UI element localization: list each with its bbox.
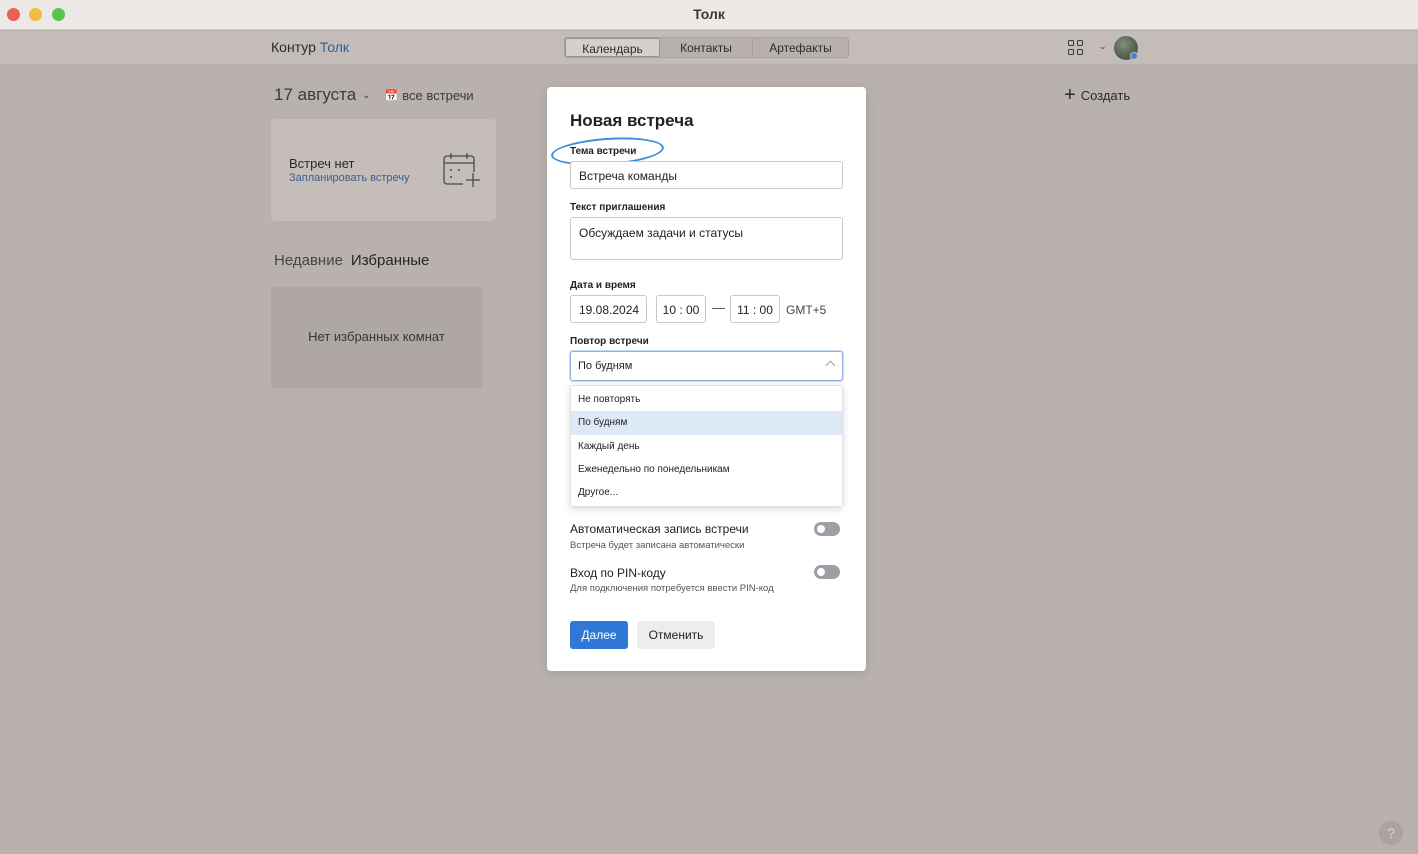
date-input[interactable]: 19.08.2024 [570, 295, 647, 323]
repeat-selected-value: По будням [578, 360, 633, 372]
invite-text-label: Текст приглашения [570, 202, 666, 213]
chevron-down-icon[interactable]: ⌄ [1099, 41, 1107, 52]
topic-label: Тема встречи [570, 146, 637, 157]
time-separator: — [712, 300, 725, 315]
next-button[interactable]: Далее [570, 621, 628, 649]
all-meetings-link[interactable]: все встречи [402, 88, 473, 103]
status-dot [1130, 52, 1138, 60]
repeat-option-weekdays[interactable]: По будням [571, 411, 842, 435]
tab-favorites[interactable]: Избранные [351, 252, 429, 269]
pin-toggle[interactable] [814, 565, 840, 579]
plus-icon: + [1064, 84, 1076, 106]
auto-record-title: Автоматическая запись встречи [570, 522, 749, 536]
repeat-option-other[interactable]: Другое... [571, 481, 842, 504]
topic-input[interactable]: Встреча команды [570, 161, 843, 189]
tab-recent[interactable]: Недавние [274, 252, 343, 269]
repeat-select[interactable]: По будням [570, 351, 843, 381]
calendar-add-icon[interactable] [443, 152, 483, 188]
end-time-input[interactable]: 11 : 00 [730, 295, 780, 323]
auto-record-description: Встреча будет записана автоматически [570, 540, 745, 551]
create-label: Создать [1080, 87, 1131, 103]
timezone-label: GMT+5 [786, 303, 827, 317]
tab-artifacts[interactable]: Артефакты [753, 38, 848, 57]
main-tabs: Календарь Контакты Артефакты [564, 37, 849, 58]
favorites-empty-text: Нет избранных комнат [308, 329, 445, 344]
auto-record-toggle[interactable] [814, 522, 840, 536]
no-meetings-card: Встреч нет Запланировать встречу [271, 119, 496, 221]
dialog-title: Новая встреча [570, 111, 694, 130]
calendar-icon: 📅 [384, 89, 399, 102]
logo-part-kontur: Контур [271, 39, 316, 55]
current-date[interactable]: 17 августа [274, 85, 356, 105]
app-logo[interactable]: Контур Толк [271, 39, 349, 55]
start-time-input[interactable]: 10 : 00 [656, 295, 706, 323]
repeat-dropdown-menu: Не повторять По будням Каждый день Ежене… [570, 385, 843, 507]
repeat-label: Повтор встречи [570, 336, 649, 347]
favorites-card: Нет избранных комнат [271, 287, 482, 388]
new-meeting-dialog: Новая встреча Тема встречи Встреча коман… [547, 87, 866, 671]
app-header: Контур Толк Календарь Контакты Артефакты… [0, 31, 1418, 65]
repeat-option-weekly-monday[interactable]: Еженедельно по понедельникам [571, 458, 842, 481]
pin-description: Для подключения потребуется ввести PIN-к… [570, 583, 774, 594]
cancel-button[interactable]: Отменить [637, 621, 715, 649]
chevron-down-icon[interactable]: ⌄ [362, 90, 370, 101]
schedule-meeting-link[interactable]: Запланировать встречу [289, 172, 410, 184]
datetime-label: Дата и время [570, 280, 636, 291]
invite-text-field[interactable]: Обсуждаем задачи и статусы [570, 217, 843, 260]
no-meetings-title: Встреч нет [289, 156, 355, 171]
grid-icon[interactable] [1068, 40, 1083, 55]
tab-calendar[interactable]: Календарь [565, 38, 660, 57]
help-button[interactable]: ? [1379, 821, 1403, 845]
tab-contacts[interactable]: Контакты [660, 38, 753, 57]
date-selector[interactable]: 17 августа ⌄ 📅 все встречи [274, 85, 474, 105]
window-titlebar: Толк [0, 0, 1418, 30]
pin-title: Вход по PIN-коду [570, 566, 666, 580]
repeat-option-none[interactable]: Не повторять [571, 388, 842, 411]
rooms-tabs: Недавние Избранные [274, 252, 429, 269]
window-title: Толк [693, 6, 725, 22]
logo-part-tolk: Толк [319, 39, 349, 55]
chevron-up-icon [825, 360, 836, 371]
create-button[interactable]: + Создать [1064, 84, 1131, 106]
repeat-option-daily[interactable]: Каждый день [571, 435, 842, 458]
